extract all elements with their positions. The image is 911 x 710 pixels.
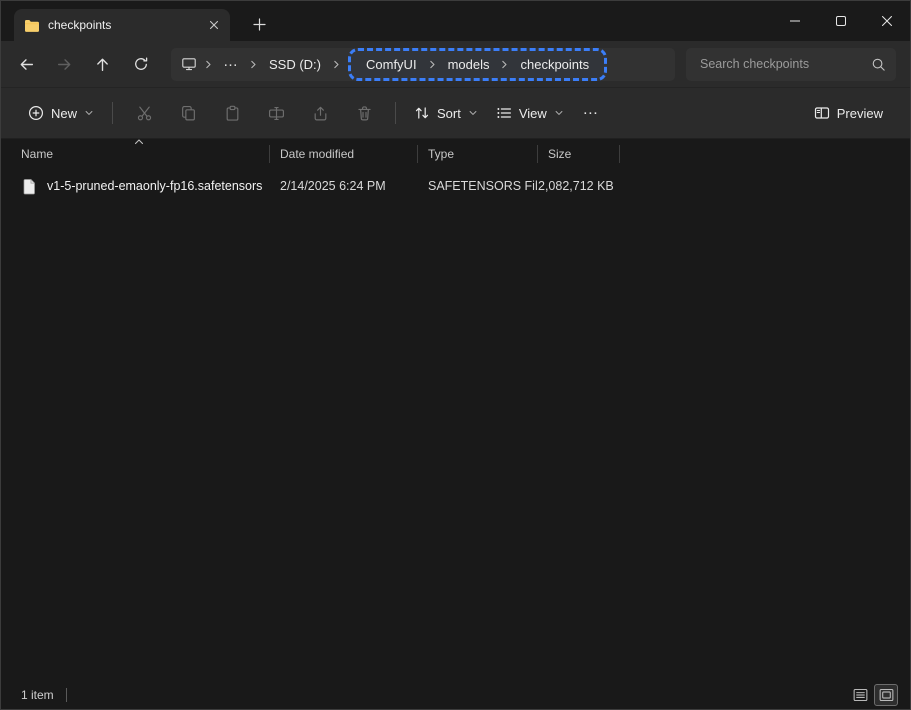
details-view-icon <box>853 688 868 702</box>
address-bar[interactable]: … SSD (D:) ComfyUI models checkpoints <box>171 48 675 81</box>
close-window-button[interactable] <box>864 1 910 41</box>
breadcrumb-chevron-icon <box>497 58 512 71</box>
column-header-date-modified[interactable]: Date modified <box>270 145 418 163</box>
new-button-label: New <box>51 106 77 121</box>
view-list-icon <box>496 105 512 121</box>
breadcrumb-chevron-icon <box>329 58 344 71</box>
paste-button[interactable] <box>210 95 254 131</box>
statusbar-divider <box>66 688 67 702</box>
refresh-icon <box>133 56 149 72</box>
window-controls <box>772 1 910 41</box>
toolbar-divider <box>112 102 113 124</box>
sort-icon <box>414 105 430 121</box>
column-header-size[interactable]: Size <box>538 145 620 163</box>
item-count: 1 item <box>21 688 54 702</box>
large-icons-view-button[interactable] <box>874 684 898 706</box>
column-header-type[interactable]: Type <box>418 145 538 163</box>
sort-button[interactable]: Sort <box>405 95 487 131</box>
plus-icon <box>253 18 266 31</box>
command-bar: New Sort <box>1 88 910 139</box>
chevron-down-icon <box>84 108 94 118</box>
minimize-button[interactable] <box>772 1 818 41</box>
file-name: v1-5-pruned-emaonly-fp16.safetensors <box>47 179 262 193</box>
maximize-button[interactable] <box>818 1 864 41</box>
breadcrumb-comfyui[interactable]: ComfyUI <box>358 53 425 76</box>
preview-toggle-label: Preview <box>837 106 883 121</box>
maximize-icon <box>835 15 847 27</box>
refresh-button[interactable] <box>123 47 158 81</box>
file-explorer-window: checkpoints <box>0 0 911 710</box>
preview-toggle-button[interactable]: Preview <box>805 95 892 131</box>
trash-icon <box>356 105 373 122</box>
arrow-left-icon <box>18 56 35 73</box>
large-icons-view-icon <box>879 688 894 702</box>
preview-pane-icon <box>814 105 830 121</box>
breadcrumb-drive[interactable]: SSD (D:) <box>261 53 329 76</box>
chevron-down-icon <box>554 108 564 118</box>
new-button[interactable]: New <box>19 95 103 131</box>
chevron-down-icon <box>468 108 478 118</box>
toolbar-divider <box>395 102 396 124</box>
plus-circle-icon <box>28 105 44 121</box>
breadcrumb-chevron-icon <box>201 58 216 71</box>
breadcrumb-chevron-icon <box>246 58 261 71</box>
explorer-tab[interactable]: checkpoints <box>14 9 230 41</box>
breadcrumb-highlight-annotation: ComfyUI models checkpoints <box>348 48 607 81</box>
rename-button[interactable] <box>254 95 298 131</box>
back-button[interactable] <box>9 47 44 81</box>
status-bar: 1 item <box>1 681 910 709</box>
more-options-button[interactable]: … <box>573 101 609 126</box>
address-overflow-button[interactable]: … <box>216 53 246 76</box>
paste-icon <box>224 105 241 122</box>
arrow-right-icon <box>56 56 73 73</box>
file-document-icon <box>22 178 37 195</box>
column-header-name[interactable]: Name <box>1 145 270 163</box>
close-icon <box>881 15 893 27</box>
close-icon <box>208 19 220 31</box>
breadcrumb-checkpoints[interactable]: checkpoints <box>512 53 597 76</box>
search-input[interactable] <box>698 56 863 72</box>
rename-icon <box>268 105 285 122</box>
copy-button[interactable] <box>166 95 210 131</box>
file-type: SAFETENSORS File <box>418 179 538 193</box>
tab-close-button[interactable] <box>204 15 224 35</box>
view-button[interactable]: View <box>487 95 573 131</box>
forward-button[interactable] <box>47 47 82 81</box>
file-name-cell: v1-5-pruned-emaonly-fp16.safetensors <box>1 178 270 195</box>
search-box[interactable] <box>686 48 896 81</box>
scissors-icon <box>136 105 153 122</box>
up-button[interactable] <box>85 47 120 81</box>
tab-title: checkpoints <box>48 18 196 32</box>
new-tab-button[interactable] <box>244 9 274 39</box>
sort-button-label: Sort <box>437 106 461 121</box>
details-view-button[interactable] <box>848 684 872 706</box>
title-bar: checkpoints <box>1 1 910 41</box>
file-date-modified: 2/14/2025 6:24 PM <box>270 179 418 193</box>
column-headers: Name Date modified Type Size <box>1 141 910 167</box>
search-icon <box>871 57 886 72</box>
view-button-label: View <box>519 106 547 121</box>
minimize-icon <box>789 15 801 27</box>
this-pc-icon <box>181 56 197 72</box>
navigation-bar: … SSD (D:) ComfyUI models checkpoints <box>1 41 910 88</box>
breadcrumb-models[interactable]: models <box>440 53 498 76</box>
folder-icon <box>24 19 40 32</box>
delete-button[interactable] <box>342 95 386 131</box>
cut-button[interactable] <box>122 95 166 131</box>
arrow-up-icon <box>94 56 111 73</box>
file-size: 2,082,712 KB <box>538 179 620 193</box>
table-row[interactable]: v1-5-pruned-emaonly-fp16.safetensors 2/1… <box>1 171 910 201</box>
copy-icon <box>180 105 197 122</box>
breadcrumb-chevron-icon <box>425 58 440 71</box>
share-icon <box>312 105 329 122</box>
share-button[interactable] <box>298 95 342 131</box>
sort-ascending-icon <box>134 139 144 146</box>
file-list-area: Name Date modified Type Size v1-5-pruned… <box>1 139 910 681</box>
